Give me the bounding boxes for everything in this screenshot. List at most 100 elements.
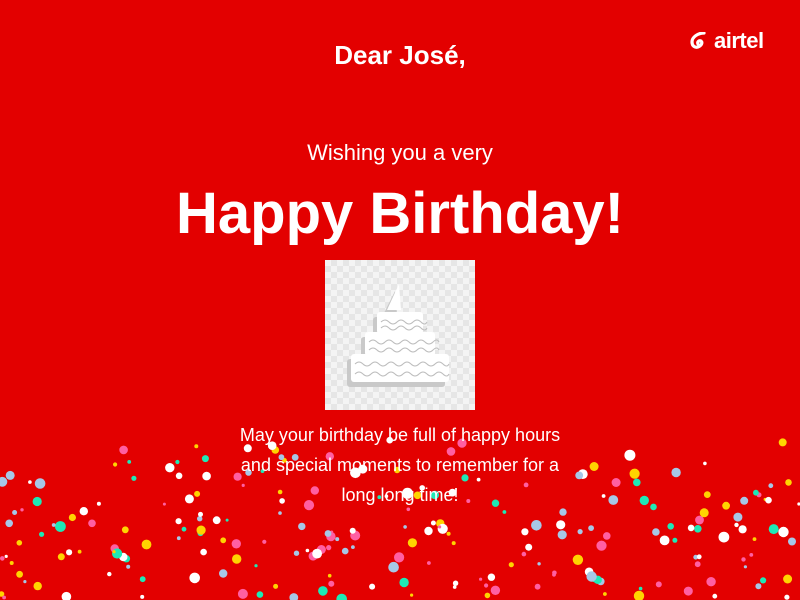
confetti-dot: [231, 539, 241, 549]
confetti-dot: [534, 583, 541, 590]
confetti-dot: [328, 580, 335, 587]
confetti-dot: [298, 522, 306, 531]
confetti-dot: [107, 571, 112, 577]
confetti-dot: [667, 523, 674, 530]
confetti-dot: [672, 537, 678, 543]
confetti-dot: [699, 508, 709, 518]
confetti-dot: [33, 581, 42, 591]
confetti-dot: [712, 593, 718, 599]
confetti-dot: [79, 507, 89, 516]
confetti-dot: [446, 531, 451, 536]
confetti-dot: [479, 577, 483, 581]
confetti-dot: [318, 586, 328, 596]
confetti-dot: [752, 537, 757, 541]
confetti-dot: [237, 588, 248, 599]
confetti-dot: [113, 462, 118, 467]
confetti-dot: [194, 444, 199, 449]
confetti-dot: [741, 557, 746, 562]
birthday-message: May your birthday be full of happy hours…: [200, 420, 600, 510]
confetti-dot: [176, 536, 181, 541]
confetti-dot: [119, 445, 128, 455]
confetti-dot: [734, 522, 739, 528]
confetti-dot: [20, 508, 24, 512]
confetti-dot: [341, 547, 349, 555]
confetti-dot: [659, 535, 670, 546]
confetti-dot: [184, 494, 194, 504]
confetti-dot: [112, 548, 123, 559]
confetti-dot: [112, 550, 116, 554]
confetti-dot: [427, 561, 431, 565]
confetti-dot: [16, 540, 23, 546]
confetti-dot: [671, 467, 681, 478]
confetti-dot: [127, 460, 132, 464]
confetti-dot: [749, 553, 754, 557]
confetti-dot: [703, 491, 711, 498]
confetti-dot: [326, 545, 332, 551]
confetti-dot: [525, 543, 533, 551]
confetti-dot: [743, 565, 748, 569]
confetti-dot: [608, 495, 619, 505]
confetti-dot: [32, 496, 42, 507]
confetti-dot: [768, 524, 779, 535]
confetti-dot: [601, 494, 606, 498]
confetti-dot: [369, 583, 376, 590]
confetti-dot: [196, 525, 206, 535]
confetti-dot: [556, 520, 566, 530]
confetti-dot: [2, 595, 6, 600]
confetti-dot: [394, 552, 405, 563]
confetti-dot: [508, 562, 514, 568]
confetti-dot: [175, 459, 180, 465]
confetti-dot: [5, 470, 15, 480]
confetti-dot: [603, 532, 611, 540]
confetti-dot: [629, 468, 640, 479]
confetti-dot: [197, 516, 203, 522]
confetti-dot: [633, 478, 641, 487]
confetti-dot: [687, 524, 695, 532]
confetti-dot: [141, 539, 152, 550]
message-line: May your birthday be full of happy hours: [239, 425, 561, 445]
confetti-dot: [23, 580, 27, 584]
confetti-dot: [438, 525, 442, 529]
birthday-cake-icon: [347, 284, 450, 387]
confetti-dot: [502, 510, 507, 514]
confetti-dot: [755, 583, 762, 590]
confetti-dot: [61, 591, 72, 600]
confetti-dot: [198, 511, 203, 517]
confetti-dot: [232, 554, 242, 564]
cake-image: [325, 260, 475, 410]
confetti-dot: [652, 528, 660, 536]
confetti-dot: [788, 537, 796, 546]
confetti-dot: [278, 511, 282, 515]
confetti-dot: [407, 538, 417, 548]
confetti-dot: [126, 564, 131, 569]
confetti-dot: [388, 561, 399, 573]
confetti-dot: [212, 516, 221, 525]
confetti-dot: [121, 526, 129, 534]
confetti-dot: [760, 577, 767, 584]
confetti-dot: [336, 593, 347, 600]
confetti-dot: [784, 594, 790, 600]
birthday-card: airtel Dear José, Wishing you a very Hap…: [0, 0, 800, 600]
confetti-dot: [783, 574, 793, 584]
confetti-dot: [12, 510, 18, 515]
message-line: long long time!: [341, 485, 459, 505]
confetti-dot: [349, 527, 356, 534]
confetti-dot: [611, 478, 621, 487]
confetti-dot: [588, 525, 594, 531]
confetti-dot: [452, 580, 459, 586]
confetti-dot: [200, 548, 207, 556]
confetti-dot: [327, 573, 332, 578]
confetti-dot: [437, 523, 448, 534]
confetti-dot: [778, 526, 789, 538]
confetti-dot: [718, 531, 730, 543]
confetti-dot: [335, 537, 340, 542]
confetti-dot: [531, 520, 542, 531]
confetti-dot: [722, 501, 730, 510]
confetti-dot: [0, 476, 8, 487]
confetti-dot: [624, 449, 636, 461]
confetti-dot: [696, 554, 702, 560]
confetti-dot: [768, 483, 774, 489]
wish-prefix: Wishing you a very: [307, 140, 493, 165]
confetti-dot: [77, 549, 82, 554]
confetti-dot: [55, 521, 66, 532]
